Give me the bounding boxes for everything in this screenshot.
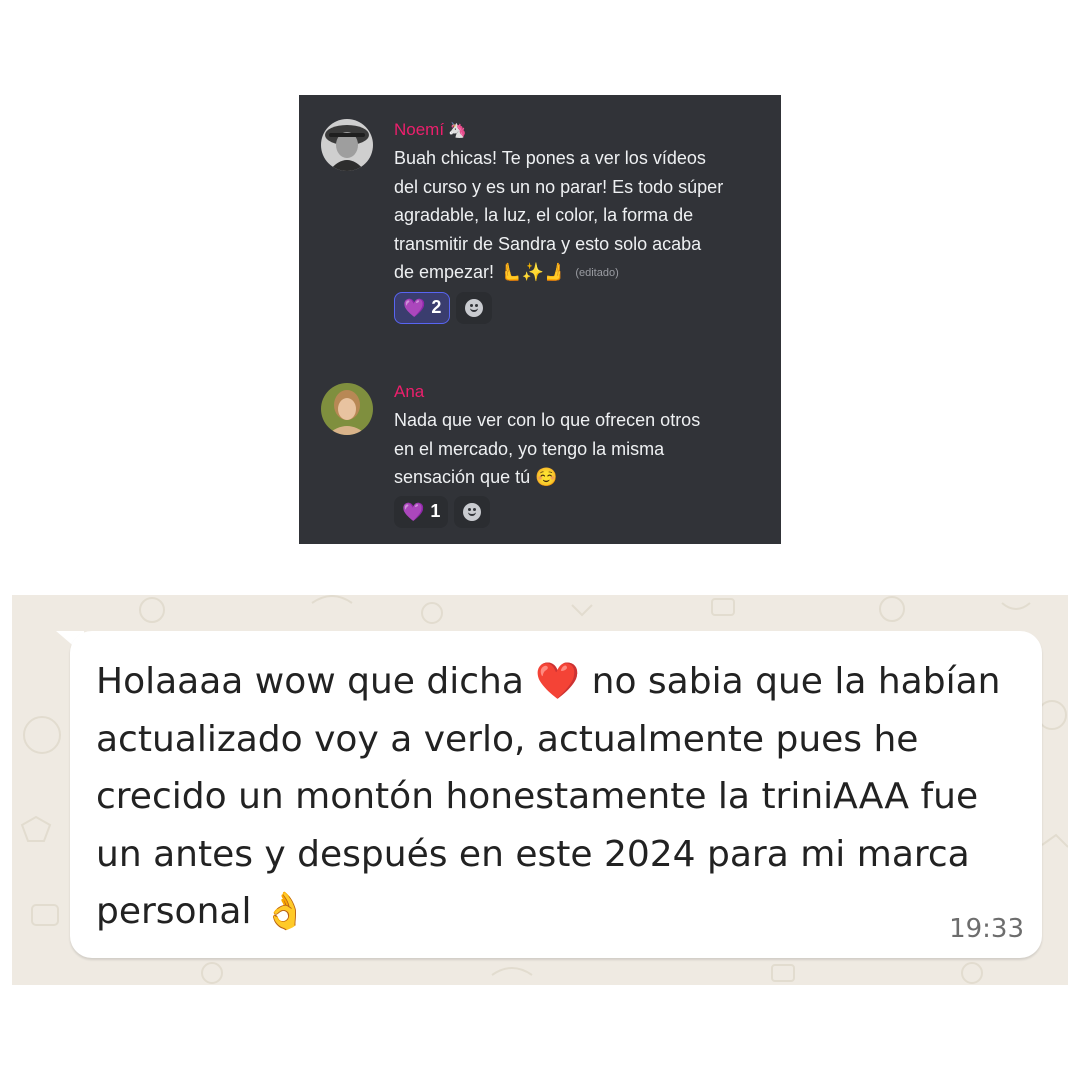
message-text: Nada que ver con lo que ofrecen otros en… [394,406,724,492]
username-noemi[interactable]: Noemí [394,119,444,141]
purple-heart-icon: 💜 [403,297,426,318]
message-content: Noemí 🦄 Buah chicas! Te pones a ver los v… [394,119,724,324]
reaction-count: 1 [430,501,441,521]
reactions-bar: 💜 1 [394,495,724,528]
whatsapp-chat-panel: Holaaaa wow que dicha ❤️ no sabia que la… [12,595,1068,985]
username-ana[interactable]: Ana [394,381,424,403]
edited-label: (editado) [575,267,619,279]
message-text-body: Buah chicas! Te pones a ver los vídeos d… [394,148,724,282]
reaction-count: 2 [431,297,442,317]
reactions-bar: 💜 2 [394,291,724,324]
message-content: Ana Nada que ver con lo que ofrecen otro… [394,381,724,528]
add-reaction-button[interactable] [454,495,491,528]
message-text-body: Nada que ver con lo que ofrecen otros en… [394,410,701,487]
avatar-ana[interactable] [321,383,373,435]
smiley-face-icon [463,502,482,521]
add-reaction-button[interactable] [456,291,493,324]
whatsapp-message-text: Holaaaa wow que dicha ❤️ no sabia que la… [96,661,1001,932]
unicorn-icon: 🦄 [448,122,467,139]
message-text: Buah chicas! Te pones a ver los vídeos d… [394,144,724,288]
message-timestamp: 19:33 [949,914,1024,944]
purple-heart-icon: 💜 [402,501,425,522]
smiley-face-icon [465,298,484,317]
whatsapp-message-bubble[interactable]: Holaaaa wow que dicha ❤️ no sabia que la… [70,631,1042,958]
discord-chat-panel: Noemí 🦄 Buah chicas! Te pones a ver los v… [299,95,781,544]
avatar-noemi[interactable] [321,119,373,171]
reaction-heart-button[interactable]: 💜 1 [394,495,449,528]
reaction-heart-button[interactable]: 💜 2 [394,291,451,324]
